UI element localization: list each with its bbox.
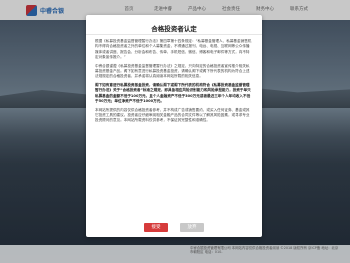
qualified-investor-dialog: 合格投资者认定 根据《私募投资基金监督管理暂行办法》第四章第十四条规定：“私募基… <box>86 15 262 237</box>
dialog-divider <box>86 34 262 35</box>
page: 中睿合银 首页 走进中睿 产品中心 社会责任 财务中心 联系方式 中睿合银投资管… <box>0 0 350 263</box>
dialog-title: 合格投资者认定 <box>151 25 197 33</box>
dialog-body[interactable]: 根据《私募投资基金监督管理暂行办法》第四章第十四条规定：“私募基金管理人、私募基… <box>95 39 253 215</box>
dialog-paragraph: 根据《私募投资基金监督管理暂行办法》第四章第十四条规定：“私募基金管理人、私募基… <box>95 39 252 59</box>
dialog-paragraph: 中睿合银谨遵《私募投资基金监督管理暂行办法》之规定，只向特定的合格投资者宣传推介… <box>95 63 250 79</box>
dialog-paragraph-emphasis: 阁下如有意进行私募投资基金投资，请确认阁下或阁下所代表的机构符合《私募投资基金监… <box>95 83 251 103</box>
agree-button[interactable]: 接受 <box>144 223 168 232</box>
dialog-paragraph: 本网站所提供的内容仅供合格投资者参考，并不构成广告或销售要约，或买入任何证券、基… <box>95 107 250 123</box>
disagree-button[interactable]: 放弃 <box>180 223 204 232</box>
